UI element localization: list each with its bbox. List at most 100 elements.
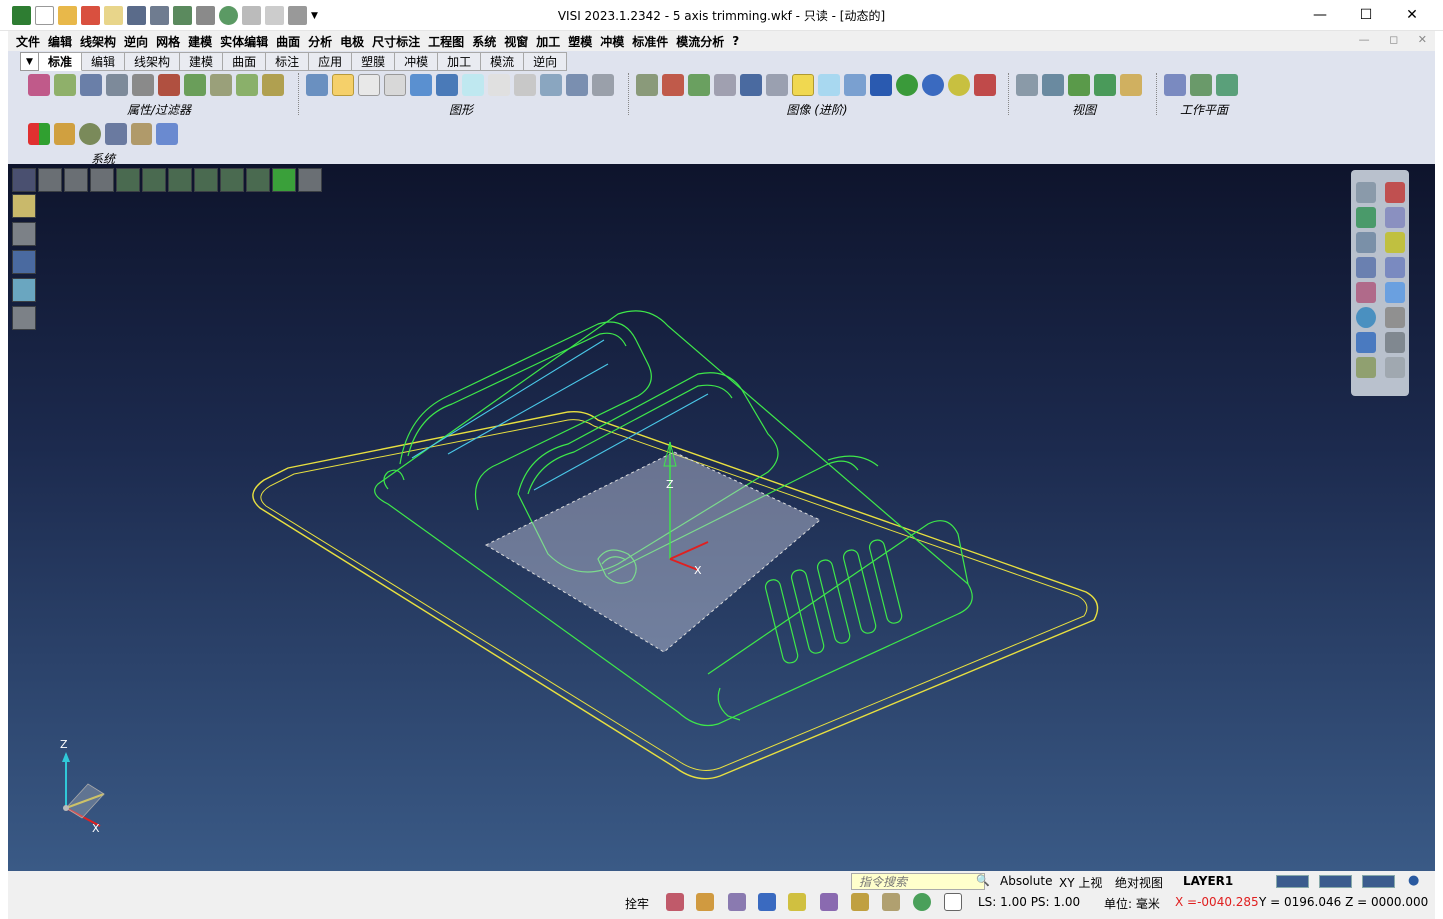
plane-icon[interactable] xyxy=(156,123,179,145)
status-help-icon[interactable] xyxy=(758,893,776,911)
render-icon[interactable] xyxy=(636,74,658,96)
silhouette-icon[interactable] xyxy=(488,74,510,96)
color-palette-icon[interactable] xyxy=(28,123,50,145)
tab-modeling[interactable]: 建模 xyxy=(180,52,224,71)
tab-dropdown-icon[interactable]: ▼ xyxy=(20,52,39,71)
transparent-icon[interactable] xyxy=(462,74,484,96)
dashed-hidden-icon[interactable] xyxy=(384,74,406,96)
attributes-icon[interactable] xyxy=(28,74,50,96)
background-icon[interactable] xyxy=(53,123,76,145)
attribute-panel-icon[interactable] xyxy=(1355,282,1376,303)
shield-render-icon[interactable] xyxy=(974,74,996,96)
color-filter-icon[interactable] xyxy=(158,74,180,96)
view-left-icon[interactable] xyxy=(220,168,244,192)
menu-flow-analysis[interactable]: 模流分析 xyxy=(674,33,730,50)
menu-plastic-mold[interactable]: 塑模 xyxy=(566,33,598,50)
view-top-icon[interactable] xyxy=(142,168,166,192)
home-icon[interactable] xyxy=(728,893,746,911)
sphere-blue-icon[interactable] xyxy=(922,74,944,96)
cylinder-shade-icon[interactable] xyxy=(740,74,762,96)
tab-stamping[interactable]: 冲模 xyxy=(395,52,439,71)
layer-icon[interactable] xyxy=(80,74,102,96)
menu-modeling[interactable]: 建模 xyxy=(186,33,218,50)
shaded-icon[interactable] xyxy=(410,74,432,96)
reflection-icon[interactable] xyxy=(844,74,866,96)
extend-icon[interactable] xyxy=(1384,207,1405,228)
undo-panel-icon[interactable] xyxy=(1384,357,1405,378)
view-bottom-icon[interactable] xyxy=(272,168,296,192)
coordinate-mode[interactable]: Absolute xyxy=(1000,874,1052,888)
viewport-layout-3[interactable] xyxy=(1362,875,1395,888)
filter-clear-icon[interactable] xyxy=(262,74,284,96)
zoom-icon[interactable] xyxy=(1355,182,1376,203)
dynamic-rotate-icon[interactable] xyxy=(90,168,114,192)
highlight-icon[interactable] xyxy=(792,74,814,96)
menu-machining[interactable]: 加工 xyxy=(534,33,566,50)
filter-minus-icon[interactable] xyxy=(210,74,232,96)
view-iso-icon[interactable] xyxy=(116,168,140,192)
help-icon[interactable] xyxy=(1355,332,1376,353)
menu-file[interactable]: 文件 xyxy=(14,33,46,50)
absolute-view[interactable]: 绝对视图 xyxy=(1115,874,1163,891)
grid-icon[interactable] xyxy=(105,123,127,145)
minimize-button[interactable]: — xyxy=(1297,0,1343,30)
menu-solid-edit[interactable]: 实体编辑 xyxy=(218,33,274,50)
clip-icon[interactable] xyxy=(592,74,614,96)
view-arrow-icon[interactable] xyxy=(1068,74,1090,96)
cube-blue-icon[interactable] xyxy=(870,74,892,96)
delete-icon[interactable] xyxy=(54,74,76,96)
menu-system[interactable]: 系统 xyxy=(470,33,502,50)
filter-plus-icon[interactable] xyxy=(236,74,258,96)
tab-annotation[interactable]: 标注 xyxy=(266,52,310,71)
dimension-icon[interactable] xyxy=(1384,332,1405,353)
box-icon[interactable] xyxy=(1384,307,1405,328)
fit-view-icon[interactable] xyxy=(1355,207,1376,228)
tab-surface[interactable]: 曲面 xyxy=(223,52,267,71)
snap-mode-icon[interactable] xyxy=(696,893,714,911)
menu-edit[interactable]: 编辑 xyxy=(46,33,78,50)
tab-reverse[interactable]: 逆向 xyxy=(524,52,568,71)
filter-icon[interactable] xyxy=(106,74,128,96)
rotate-status-icon[interactable] xyxy=(913,893,931,911)
entity-filter-icon[interactable] xyxy=(184,74,206,96)
cylinder-grey-icon[interactable] xyxy=(766,74,788,96)
glass-icon[interactable] xyxy=(818,74,840,96)
snap-point-icon[interactable] xyxy=(666,893,684,911)
snap-grid-icon[interactable] xyxy=(130,123,153,145)
viewport-layout-2[interactable] xyxy=(1319,875,1352,888)
menu-help[interactable]: ? xyxy=(730,34,745,48)
ruler-icon[interactable] xyxy=(882,893,900,911)
cylinder-wire-icon[interactable] xyxy=(514,74,536,96)
tab-standard[interactable]: 标准 xyxy=(39,52,83,71)
globe-icon[interactable]: ● xyxy=(1408,873,1419,888)
settings-icon[interactable] xyxy=(79,123,102,145)
sphere-green-icon[interactable] xyxy=(896,74,918,96)
menu-mesh[interactable]: 网格 xyxy=(154,33,186,50)
hidden-line-mode-icon[interactable] xyxy=(12,222,36,246)
3d-viewport[interactable]: Z X Z X xyxy=(8,164,1435,871)
menu-wireframe[interactable]: 线架构 xyxy=(78,33,122,50)
mdi-window-controls[interactable]: — ◻ ✕ xyxy=(1359,33,1435,46)
menu-stamping[interactable]: 冲模 xyxy=(598,33,630,50)
shaded-mode-icon[interactable] xyxy=(12,250,36,274)
snap-label[interactable]: 拴牢 xyxy=(625,895,649,912)
regenerate-icon[interactable] xyxy=(306,74,328,96)
view-refresh-icon[interactable] xyxy=(1094,74,1116,96)
multi-view-icon[interactable] xyxy=(540,74,562,96)
axis-icon[interactable] xyxy=(1355,257,1376,278)
maximize-button[interactable]: ☐ xyxy=(1343,0,1389,30)
refresh-icon[interactable] xyxy=(1355,307,1376,328)
material-icon[interactable] xyxy=(662,74,684,96)
wireframe-mode-icon[interactable] xyxy=(12,194,36,218)
wireframe-mode-icon[interactable] xyxy=(332,74,354,96)
menu-analysis[interactable]: 分析 xyxy=(306,33,338,50)
section-icon[interactable] xyxy=(566,74,588,96)
mesh-mode-icon[interactable] xyxy=(12,306,36,330)
workplane-icon[interactable] xyxy=(1164,74,1186,96)
filter-select-icon[interactable] xyxy=(132,74,154,96)
zoom-all-icon[interactable] xyxy=(38,168,62,192)
menu-drawing[interactable]: 工程图 xyxy=(426,33,470,50)
current-view[interactable]: XY 上视 xyxy=(1059,874,1102,891)
box-status-icon[interactable] xyxy=(851,893,869,911)
view-eye-icon[interactable] xyxy=(1120,74,1142,96)
